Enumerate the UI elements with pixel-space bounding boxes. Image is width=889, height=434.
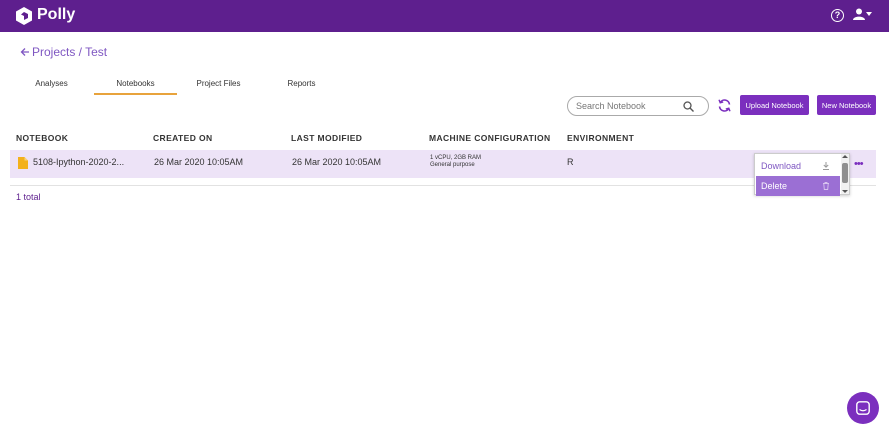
column-header-created-on[interactable]: CREATED ON bbox=[153, 133, 213, 143]
polly-logo-icon[interactable] bbox=[16, 7, 32, 25]
search-input[interactable] bbox=[576, 99, 686, 113]
tab-project-files[interactable]: Project Files bbox=[177, 73, 260, 95]
breadcrumb[interactable]: Projects / Test bbox=[20, 45, 107, 59]
table-row[interactable]: 5108-Ipython-2020-2... 26 Mar 2020 10:05… bbox=[10, 150, 876, 178]
user-icon[interactable] bbox=[853, 8, 865, 20]
table-header: NOTEBOOK CREATED ON LAST MODIFIED MACHIN… bbox=[10, 133, 876, 147]
file-icon bbox=[18, 157, 28, 169]
column-header-machine-configuration[interactable]: MACHINE CONFIGURATION bbox=[429, 133, 551, 143]
tab-notebooks[interactable]: Notebooks bbox=[94, 73, 177, 95]
environment-value: R bbox=[567, 157, 574, 167]
breadcrumb-text[interactable]: Projects / Test bbox=[32, 45, 107, 59]
arrow-left-icon[interactable] bbox=[20, 47, 30, 57]
machine-config-line-2: General purpose bbox=[430, 162, 475, 168]
chevron-down-icon[interactable] bbox=[866, 12, 872, 16]
trash-icon bbox=[823, 182, 829, 190]
last-modified-value: 26 Mar 2020 10:05AM bbox=[292, 157, 382, 167]
menu-item-download-label: Download bbox=[761, 161, 802, 171]
chat-icon bbox=[856, 401, 870, 415]
search-box[interactable] bbox=[567, 96, 709, 116]
chat-launcher-button[interactable] bbox=[847, 392, 879, 424]
menu-item-delete-label: Delete bbox=[761, 181, 788, 191]
upload-notebook-button[interactable]: Upload Notebook bbox=[740, 95, 809, 115]
notebook-name[interactable]: 5108-Ipython-2020-2... bbox=[33, 157, 124, 167]
more-options-icon[interactable]: ••• bbox=[854, 158, 864, 170]
machine-config-line-1: 1 vCPU, 2GB RAM bbox=[430, 155, 482, 161]
tab-analyses[interactable]: Analyses bbox=[10, 73, 93, 95]
menu-item-download[interactable]: Download bbox=[756, 156, 840, 176]
refresh-icon[interactable] bbox=[717, 98, 732, 113]
scroll-up-icon[interactable] bbox=[842, 155, 848, 158]
column-header-notebook[interactable]: NOTEBOOK bbox=[16, 133, 68, 143]
app-name[interactable]: Polly bbox=[37, 6, 75, 24]
search-icon[interactable] bbox=[683, 101, 694, 112]
scroll-down-icon[interactable] bbox=[842, 190, 848, 193]
menu-item-delete[interactable]: Delete bbox=[756, 176, 840, 196]
table-divider bbox=[10, 185, 876, 186]
top-bar: Polly ? bbox=[0, 0, 889, 32]
scrollbar-thumb[interactable] bbox=[842, 163, 848, 183]
download-icon bbox=[823, 162, 829, 170]
machine-configuration-value: 1 vCPU, 2GB RAM General purpose bbox=[430, 155, 481, 169]
column-header-environment[interactable]: ENVIRONMENT bbox=[567, 133, 634, 143]
column-header-last-modified[interactable]: LAST MODIFIED bbox=[291, 133, 362, 143]
total-count: 1 total bbox=[16, 192, 41, 202]
new-notebook-button[interactable]: New Notebook bbox=[817, 95, 876, 115]
row-options-menu: Download Delete bbox=[754, 153, 850, 196]
help-icon[interactable]: ? bbox=[831, 9, 844, 22]
tab-reports[interactable]: Reports bbox=[260, 73, 343, 95]
created-on-value: 26 Mar 2020 10:05AM bbox=[154, 157, 244, 167]
menu-scrollbar[interactable] bbox=[841, 154, 849, 194]
